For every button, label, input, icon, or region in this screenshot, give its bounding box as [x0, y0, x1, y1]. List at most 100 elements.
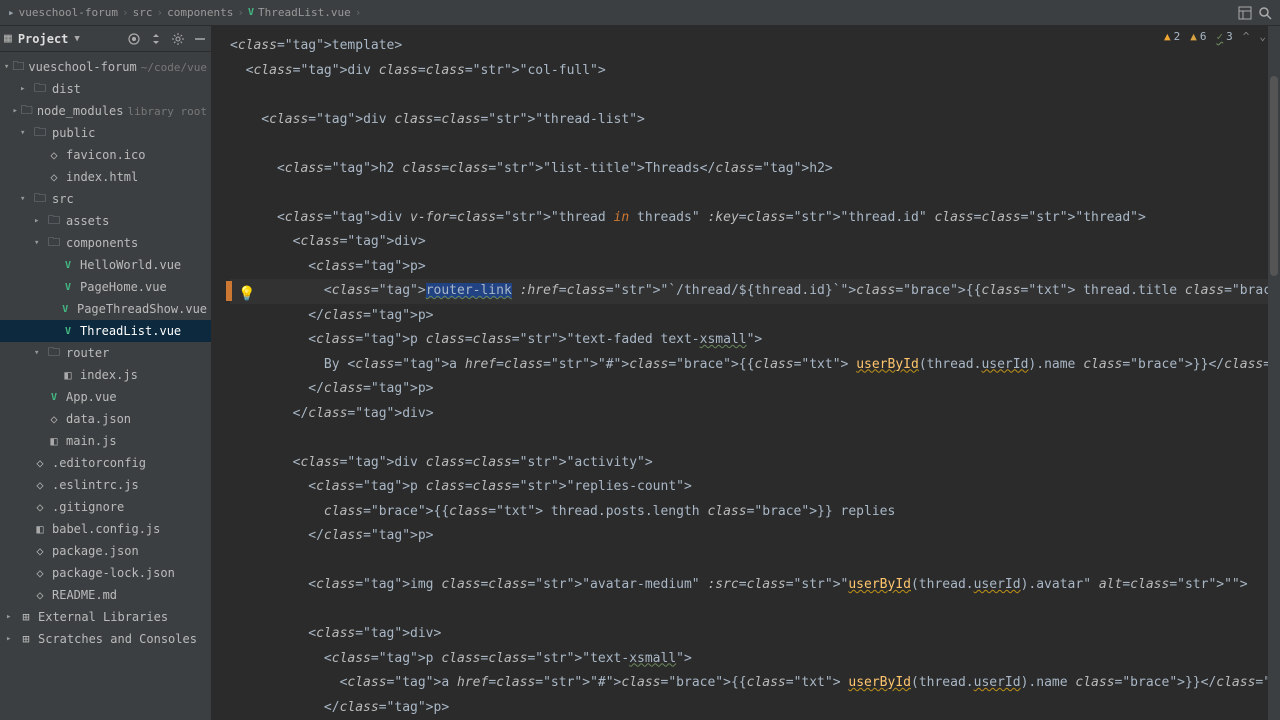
tree-row[interactable]: ◇data.json [0, 408, 211, 430]
tree-row[interactable]: ▸🗀dist [0, 78, 211, 100]
tree-row[interactable]: VPageThreadShow.vue [0, 298, 211, 320]
tree-row[interactable]: ◇index.html [0, 166, 211, 188]
chevron-down-icon[interactable]: ▼ [74, 34, 79, 44]
tree-chevron-icon[interactable]: ▾ [34, 238, 44, 248]
code-line[interactable]: <class="tag">div> [230, 622, 1280, 647]
inspection-widget[interactable]: ▲2 ▲6 ✓3 ^ ⌄ [1164, 30, 1266, 43]
tree-row[interactable]: ▾🗀vueschool-forum~/code/vue [0, 56, 211, 78]
project-header: ▦ Project ▼ [0, 26, 211, 52]
tree-row[interactable]: ◇README.md [0, 584, 211, 606]
change-marker [226, 281, 232, 301]
code-line[interactable]: <class="tag">p> [230, 255, 1280, 280]
code-line[interactable]: </class="tag">p> [230, 377, 1280, 402]
code-editor[interactable]: ▲2 ▲6 ✓3 ^ ⌄ <class="tag">template> <cla… [212, 26, 1280, 720]
code-line[interactable]: <class="tag">div class=class="str">"thre… [230, 108, 1280, 133]
select-opened-icon[interactable] [127, 32, 141, 46]
tree-row[interactable]: ◇.editorconfig [0, 452, 211, 474]
layout-icon[interactable] [1238, 6, 1252, 20]
tree-chevron-icon[interactable]: ▸ [34, 216, 44, 226]
code-line[interactable] [230, 426, 1280, 451]
code-line[interactable] [230, 598, 1280, 623]
scrollbar-thumb[interactable] [1270, 76, 1278, 276]
expand-all-icon[interactable] [149, 32, 163, 46]
code-line[interactable]: <class="tag">img class=class="str">"avat… [230, 573, 1280, 598]
code-line[interactable]: <class="tag">template> [230, 34, 1280, 59]
tree-row[interactable]: ▸⊞External Libraries [0, 606, 211, 628]
tree-row[interactable]: ▾🗀router [0, 342, 211, 364]
tree-label: .gitignore [52, 500, 124, 514]
project-sidebar: ▦ Project ▼ ▾🗀vueschool-forum~/code/vue▸… [0, 26, 212, 720]
code-line[interactable]: class="brace">{{class="txt"> thread.post… [230, 500, 1280, 525]
code-line[interactable]: <class="tag">div class=class="str">"col-… [230, 59, 1280, 84]
code-line[interactable] [230, 132, 1280, 157]
code-line[interactable] [230, 83, 1280, 108]
tree-chevron-icon[interactable]: ▸ [13, 106, 19, 116]
code-line[interactable]: <class="tag">a href=class="str">"#">clas… [230, 671, 1280, 696]
chevron-down-icon[interactable]: ⌄ [1259, 30, 1266, 43]
tree-row[interactable]: ◇favicon.ico [0, 144, 211, 166]
tree-row[interactable]: ▸⊞Scratches and Consoles [0, 628, 211, 650]
code-line[interactable]: <class="tag">p class=class="str">"text-f… [230, 328, 1280, 353]
code-line[interactable]: By <class="tag">a href=class="str">"#">c… [230, 353, 1280, 378]
search-icon[interactable] [1258, 6, 1272, 20]
tree-chevron-icon[interactable]: ▾ [34, 348, 44, 358]
tree-label: dist [52, 82, 81, 96]
code-line[interactable]: </class="tag">div> [230, 402, 1280, 427]
tree-row[interactable]: ▸🗀assets [0, 210, 211, 232]
breadcrumb-item[interactable]: ▸ vueschool-forum [8, 6, 118, 19]
tree-label: .eslintrc.js [52, 478, 139, 492]
breadcrumb-item[interactable]: components [167, 6, 233, 19]
breadcrumb-sep: › [355, 6, 362, 19]
tree-label: package-lock.json [52, 566, 175, 580]
tree-row[interactable]: ◧main.js [0, 430, 211, 452]
tree-label: PageThreadShow.vue [77, 302, 207, 316]
code-line[interactable]: <class="tag">div v-for=class="str">"thre… [230, 206, 1280, 231]
tree-label: ThreadList.vue [80, 324, 181, 338]
chevron-up-icon[interactable]: ^ [1243, 30, 1250, 43]
project-label[interactable]: Project [18, 32, 69, 46]
tree-label: README.md [52, 588, 117, 602]
tree-chevron-icon[interactable]: ▸ [20, 84, 30, 94]
tree-chevron-icon[interactable]: ▾ [4, 62, 10, 72]
scrollbar[interactable] [1268, 26, 1280, 720]
tree-chevron-icon[interactable]: ▸ [6, 634, 16, 644]
code-line[interactable]: <class="tag">p class=class="str">"text-x… [230, 647, 1280, 672]
breadcrumb-item[interactable]: src [133, 6, 153, 19]
code-line[interactable] [230, 181, 1280, 206]
tree-chevron-icon[interactable]: ▾ [20, 194, 30, 204]
code-line[interactable]: </class="tag">p> [230, 524, 1280, 549]
code-line[interactable]: <class="tag">router-link :href=class="st… [230, 279, 1280, 304]
code-line[interactable] [230, 549, 1280, 574]
inspection-count: 2 [1174, 30, 1181, 43]
gear-icon[interactable] [171, 32, 185, 46]
tree-row[interactable]: ◇.eslintrc.js [0, 474, 211, 496]
tree-label: vueschool-forum [28, 60, 136, 74]
tree-chevron-icon[interactable]: ▾ [20, 128, 30, 138]
tree-row[interactable]: VThreadList.vue [0, 320, 211, 342]
tree-row[interactable]: ◇package-lock.json [0, 562, 211, 584]
code-line[interactable]: <class="tag">div> [230, 230, 1280, 255]
tree-row[interactable]: ◧babel.config.js [0, 518, 211, 540]
tree-row[interactable]: ▾🗀components [0, 232, 211, 254]
code-line[interactable]: <class="tag">div class=class="str">"acti… [230, 451, 1280, 476]
breadcrumb-sep: › [122, 6, 129, 19]
tree-row[interactable]: VHelloWorld.vue [0, 254, 211, 276]
code-line[interactable]: <class="tag">p class=class="str">"replie… [230, 475, 1280, 500]
tree-row[interactable]: ◇.gitignore [0, 496, 211, 518]
project-tree[interactable]: ▾🗀vueschool-forum~/code/vue▸🗀dist▸🗀node_… [0, 52, 211, 720]
tree-row[interactable]: ▾🗀src [0, 188, 211, 210]
code-line[interactable]: </class="tag">p> [230, 304, 1280, 329]
tree-row[interactable]: ▾🗀public [0, 122, 211, 144]
code-area[interactable]: <class="tag">template> <class="tag">div … [212, 26, 1280, 720]
tree-chevron-icon[interactable]: ▸ [6, 612, 16, 622]
tree-row[interactable]: VPageHome.vue [0, 276, 211, 298]
tree-row[interactable]: VApp.vue [0, 386, 211, 408]
hide-icon[interactable] [193, 32, 207, 46]
code-line[interactable]: <class="tag">h2 class=class="str">"list-… [230, 157, 1280, 182]
tree-row[interactable]: ◧index.js [0, 364, 211, 386]
project-tool-icon[interactable]: ▦ [4, 31, 12, 46]
tree-row[interactable]: ▸🗀node_moduleslibrary root [0, 100, 211, 122]
breadcrumb-item[interactable]: V ThreadList.vue [248, 6, 351, 19]
code-line[interactable]: </class="tag">p> [230, 696, 1280, 720]
tree-row[interactable]: ◇package.json [0, 540, 211, 562]
